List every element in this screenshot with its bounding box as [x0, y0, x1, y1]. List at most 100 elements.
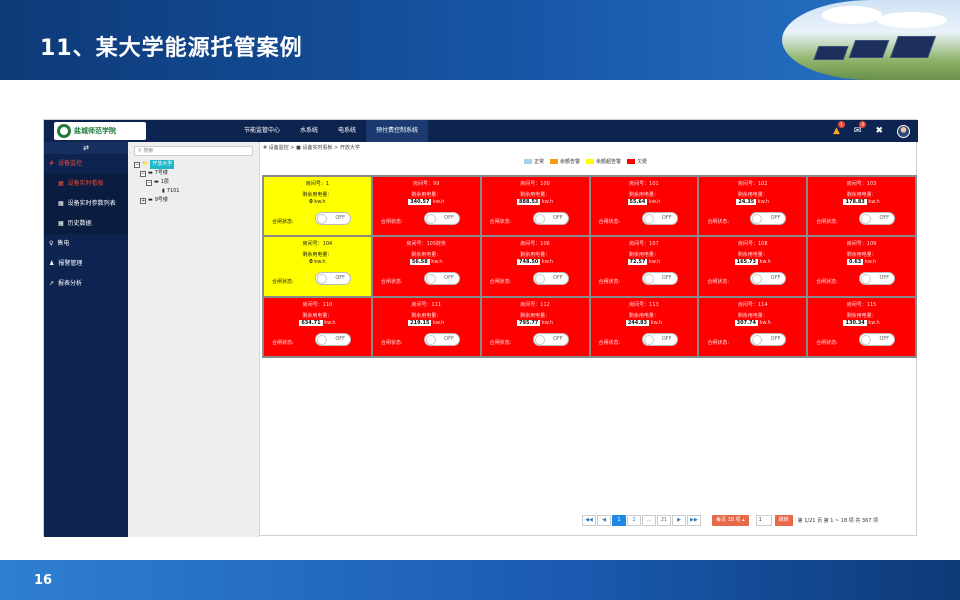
sidebar-item-sell-power[interactable]: ♀ 售电 — [44, 234, 128, 254]
page-1-button[interactable]: 1 — [612, 515, 626, 526]
page-size-select[interactable]: 每页 18 项 ▴ — [712, 515, 749, 526]
balance-value: 340.57 — [408, 199, 432, 205]
gate-toggle-switch[interactable]: OFF — [315, 272, 351, 286]
room-card[interactable]: 房间号：115 剩余用电量： 130.34 kw.h 合闸状态: OFF — [807, 296, 916, 357]
gate-toggle-switch[interactable]: OFF — [750, 212, 787, 225]
gate-toggle-switch[interactable]: OFF — [859, 272, 896, 286]
gate-status-label: 合闸状态: — [707, 219, 730, 225]
sidebar-item-realtime-board[interactable]: ▦ 设备实时看板 — [44, 174, 128, 194]
university-logo[interactable]: 盐城师范学院 — [54, 122, 146, 140]
topnav-prepaid-control[interactable]: 预付费控制系统 — [366, 120, 429, 142]
room-card[interactable]: 房间号：114 剩余用电量： 307.74 kw.h 合闸状态: OFF — [698, 296, 808, 357]
tree-node[interactable]: − ▬ 1层 — [128, 178, 259, 187]
gate-toggle-switch[interactable]: OFF — [641, 212, 678, 225]
page-ellipsis: … — [642, 515, 656, 526]
gate-status-label: 合闸状态: — [272, 279, 294, 286]
sidebar-item-alarm[interactable]: ♟ 报警管理 — [44, 254, 128, 274]
room-card[interactable]: 房间号：111 剩余用电量： 219.15 kw.h 合闸状态: OFF — [371, 296, 481, 357]
legend-item-low-balance: 余额告警 — [550, 158, 580, 165]
balance-label: 剩余用电量： — [411, 192, 442, 198]
gate-toggle-switch[interactable]: OFF — [641, 272, 678, 286]
toggle-knob — [534, 274, 545, 285]
gate-toggle-switch[interactable]: OFF — [532, 272, 569, 286]
sidebar-item-history[interactable]: ▦ 历史数据 — [44, 214, 128, 234]
room-card[interactable]: 房间号：102 剩余用电量： 24.35 kw.h 合闸状态: OFF — [698, 176, 808, 237]
mail-icon[interactable]: ✉ 0 — [854, 121, 867, 136]
room-card[interactable]: 房间号：99 剩余用电量： 340.57 kw.h 合闸状态: OFF — [371, 176, 481, 237]
topnav-energy-center[interactable]: 节能监管中心 — [234, 120, 290, 142]
tree-node[interactable]: − ▬ 7号楼 — [128, 169, 259, 178]
room-card[interactable]: 房间号：103 剩余用电量： 178.83 kw.h 合闸状态: OFF — [807, 176, 916, 237]
gate-toggle-switch[interactable]: OFF — [641, 332, 678, 346]
room-card[interactable]: 房间号：105财务 剩余用电量： 56.58 kw.h 合闸状态: OFF — [371, 236, 481, 297]
slide-header: 11、某大学能源托管案例 — [0, 0, 960, 80]
sidebar-item-device-monitor[interactable]: # 设备监控 — [44, 154, 128, 174]
tree-node[interactable]: ▮ 7101 — [128, 187, 259, 196]
sidebar-item-report[interactable]: ↗ 报表分析 — [44, 274, 128, 294]
next-page-button[interactable]: ▶ — [672, 515, 686, 526]
room-card[interactable]: 房间号：106 剩余用电量： 748.50 kw.h 合闸状态: OFF — [480, 236, 590, 297]
gate-toggle-switch[interactable]: OFF — [750, 332, 787, 346]
page-number-input[interactable]: 1 — [755, 515, 772, 526]
balance-value: 24.35 — [736, 199, 757, 205]
page-2-button[interactable]: 2 — [627, 515, 641, 526]
toggle-state: OFF — [661, 335, 672, 342]
balance-unit: kw.h — [324, 319, 336, 326]
user-avatar[interactable] — [897, 124, 910, 138]
tree-node[interactable]: − 📁 开放大学 — [128, 160, 259, 169]
fullscreen-icon[interactable]: ✖ — [875, 126, 883, 136]
sidebar-toggle-icon[interactable]: ⇄ — [44, 142, 128, 154]
gate-toggle-switch[interactable]: OFF — [532, 332, 569, 346]
toggle-state: OFF — [770, 275, 781, 282]
tree-node[interactable]: + ▬ 9号楼 — [128, 196, 259, 205]
room-card[interactable]: 房间号：107 剩余用电量： 72.57 kw.h 合闸状态: OFF — [589, 236, 699, 297]
sidebar-item-param-list[interactable]: ▦ 设备实时参数列表 — [44, 194, 128, 214]
tree-search-input[interactable]: ⚲ 搜索 — [134, 146, 253, 156]
breadcrumb: # 设备监控 > ■ 设备实时看板 > 开放大学 — [263, 145, 360, 151]
gate-toggle-switch[interactable]: OFF — [859, 212, 896, 225]
room-card[interactable]: 房间号：100 剩余用电量： 888.53 kw.h 合闸状态: OFF — [480, 176, 590, 237]
expand-icon[interactable]: + — [140, 197, 146, 204]
room-card[interactable]: 房间号：108 剩余用电量： 165.73 kw.h 合闸状态: OFF — [698, 236, 808, 297]
balance-value: 55.64 — [627, 199, 648, 205]
room-card[interactable]: 房间号：110 剩余用电量： 634.71 kw.h 合闸状态: OFF — [263, 296, 372, 357]
slide-footer: 16 — [0, 560, 960, 600]
last-page-button[interactable]: ▶▶ — [687, 515, 701, 526]
legend-item-normal: 正常 — [524, 158, 544, 165]
collapse-icon[interactable]: − — [146, 179, 152, 186]
toggle-state: OFF — [444, 275, 454, 282]
toggle-state: OFF — [770, 215, 781, 221]
collapse-icon[interactable]: − — [134, 161, 140, 168]
gate-toggle-switch[interactable]: OFF — [750, 272, 787, 286]
gate-status-label: 合闸状态: — [598, 219, 621, 225]
go-button[interactable]: 跳转 — [774, 515, 793, 526]
room-card[interactable]: 房间号：104 剩余用电量： 0 kw.h 合闸状态: OFF — [263, 236, 372, 297]
gate-toggle-switch[interactable]: OFF — [532, 212, 569, 225]
toggle-knob — [425, 214, 436, 224]
topnav-water-system[interactable]: 水系统 — [290, 120, 328, 142]
gate-toggle-switch[interactable]: OFF — [423, 332, 460, 346]
legend-item-over-alarm: 余额超告警 — [586, 158, 621, 165]
gate-status-label: 合闸状态: — [707, 339, 730, 346]
balance-label: 剩余用电量： — [628, 192, 659, 198]
topnav-power-system[interactable]: 电系统 — [328, 120, 366, 142]
toggle-state: OFF — [661, 215, 672, 221]
prev-page-button[interactable]: ◀ — [597, 515, 611, 526]
gate-toggle-switch[interactable]: OFF — [423, 212, 460, 225]
collapse-icon[interactable]: − — [140, 170, 146, 177]
room-card[interactable]: 房间号：113 剩余用电量： 244.83 kw.h 合闸状态: OFF — [589, 296, 699, 357]
page-21-button[interactable]: 21 — [657, 515, 671, 526]
bell-icon[interactable]: ▲ 1 — [833, 121, 845, 136]
room-card[interactable]: 房间号：101 剩余用电量： 55.64 kw.h 合闸状态: OFF — [589, 176, 699, 237]
balance-value: 307.74 — [734, 319, 758, 326]
gate-toggle-switch[interactable]: OFF — [423, 272, 460, 286]
room-card[interactable]: 房间号：112 剩余用电量： 795.77 kw.h 合闸状态: OFF — [480, 296, 590, 357]
first-page-button[interactable]: ◀◀ — [582, 515, 596, 526]
gate-status-label: 合闸状态: — [272, 219, 294, 225]
room-card[interactable]: 房间号：109 剩余用电量： 0.63 kw.h 合闸状态: OFF — [807, 236, 916, 297]
gate-toggle-switch[interactable]: OFF — [859, 332, 896, 346]
gate-toggle-switch[interactable]: OFF — [315, 332, 351, 346]
gate-toggle-switch[interactable]: OFF — [315, 212, 351, 225]
room-card[interactable]: 房间号：1 剩余用电量： 0 kw.h 合闸状态: OFF — [263, 176, 372, 237]
toggle-knob — [425, 334, 436, 345]
